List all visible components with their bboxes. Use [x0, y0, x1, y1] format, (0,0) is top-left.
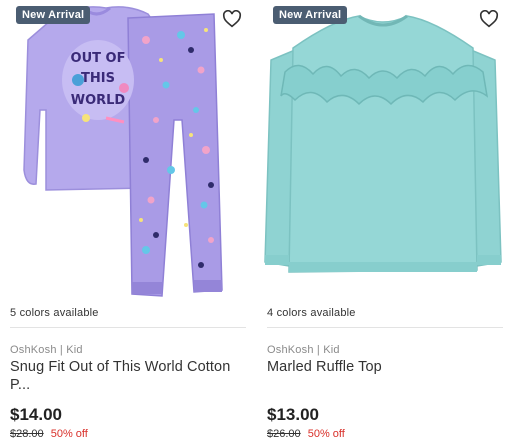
price-compare: $28.00 50% off	[10, 428, 88, 440]
product-name-link[interactable]: Snug Fit Out of This World Cotton P...	[10, 358, 245, 394]
shirt-print-line-1: OUT OF	[71, 51, 126, 66]
shirt-print-line-2: THIS	[81, 71, 115, 86]
discount-label: 50% off	[307, 428, 345, 440]
product-card[interactable]: New Arrival 4 colors available OshKosh |…	[263, 0, 503, 446]
colors-available[interactable]: 5 colors available	[10, 307, 99, 319]
new-arrival-badge: New Arrival	[16, 6, 91, 24]
favorite-button[interactable]	[479, 10, 501, 32]
shirt-print-line-3: WORLD	[71, 93, 126, 108]
brand-line: OshKosh | Kid	[267, 344, 340, 356]
brand-line: OshKosh | Kid	[10, 344, 83, 356]
favorite-button[interactable]	[222, 10, 244, 32]
discount-label: 50% off	[50, 428, 88, 440]
colors-available[interactable]: 4 colors available	[267, 307, 356, 319]
pajama-set-image: OUT OF THIS WORLD	[23, 6, 223, 297]
sale-price: $14.00	[10, 405, 62, 424]
product-card[interactable]: OUT OF THIS WORLD New Arrival 5 colors a…	[6, 0, 246, 446]
ruffle-top-image	[264, 14, 502, 273]
sale-price: $13.00	[267, 405, 319, 424]
price-compare: $26.00 50% off	[267, 428, 345, 440]
original-price: $26.00	[267, 428, 301, 440]
new-arrival-badge: New Arrival	[273, 6, 348, 24]
product-image[interactable]: OUT OF THIS WORLD New Arrival	[6, 0, 246, 300]
product-image[interactable]: New Arrival	[263, 0, 503, 300]
divider	[10, 327, 246, 328]
original-price: $28.00	[10, 428, 44, 440]
heart-icon	[479, 10, 499, 28]
product-name-link[interactable]: Marled Ruffle Top	[267, 358, 502, 376]
divider	[267, 327, 503, 328]
heart-icon	[222, 10, 242, 28]
